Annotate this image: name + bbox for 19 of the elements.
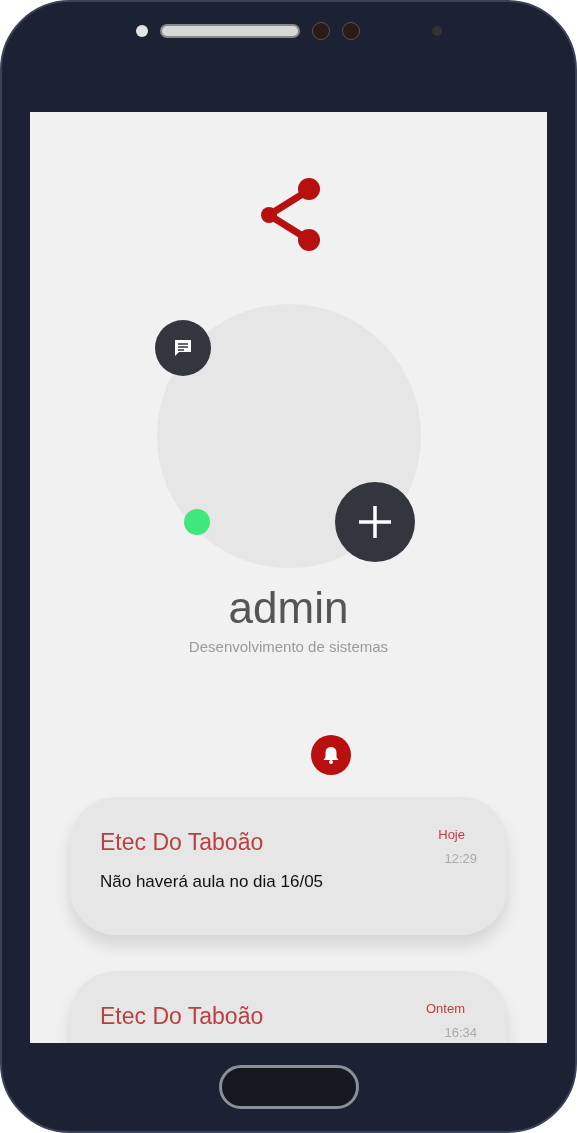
bell-badge[interactable] — [310, 734, 351, 775]
notification-day: Ontem — [426, 998, 465, 1018]
notification-card[interactable]: Etec Do Taboão Ontem 16:34 — [70, 970, 507, 1043]
notification-card[interactable]: Etec Do Taboão Hoje 12:29 Não haverá aula no dia 16/05 — [70, 796, 507, 935]
notification-time: 12:29 — [444, 850, 477, 868]
camera-icon — [341, 22, 360, 40]
profile-name: admin — [228, 582, 349, 634]
chat-icon — [172, 338, 193, 358]
notification-sender: Etec Do Taboão — [100, 827, 264, 857]
home-button[interactable] — [218, 1065, 359, 1109]
camera-icon — [311, 22, 330, 40]
sensor-icon — [431, 26, 442, 36]
notification-time: 16:34 — [444, 1024, 477, 1042]
plus-icon — [356, 504, 393, 540]
notification-day: Hoje — [438, 824, 465, 844]
notification-sender: Etec Do Taboão — [100, 1001, 264, 1031]
sensor-icon — [135, 25, 148, 37]
notification-message: Não haverá aula no dia 16/05 — [100, 870, 325, 893]
profile-course: Desenvolvimento de sistemas — [188, 637, 389, 657]
